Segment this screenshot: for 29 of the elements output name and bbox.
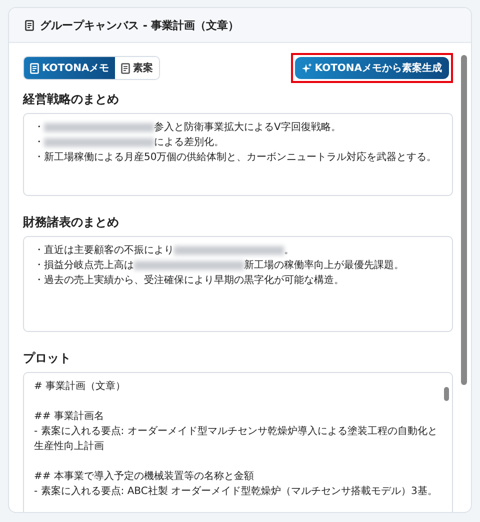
sparkle-icon xyxy=(302,63,312,73)
text-line: # 事業計画（文章） xyxy=(34,381,126,392)
text-line: ・過去の売上実績から、受注確保により早期の黒字化が可能な構造。 xyxy=(34,275,344,286)
text-line: 新工場の稼働率向上が最優先課題。 xyxy=(244,260,404,271)
text-area[interactable]: ・ 参入と防衛事業拡大によるV字回復戦略。 ・ による差別化。 ・新工場稼働による月産50万個の供給体制と、カーボンニュートラル対応を武器とする。 xyxy=(23,113,453,196)
section-title: 経営戦略のまとめ xyxy=(23,91,120,108)
text-area[interactable]: ・直近は主要顧客の不振により 。 ・損益分岐点売上高は 新工場の稼働率向上が最優先課題。 ・過去の売上実績から、受注確保により早期の黒字化が可能な構造。 xyxy=(23,236,453,332)
window-title: グループキャンバス - 事業計画（文章） xyxy=(40,18,240,32)
text-line: - 素案に入れる要点: ABC社製 オーダーメイド型乾燥炉（マルチセンサ搭載モデル）3基。 xyxy=(34,486,438,497)
text-line: ・直近は主要顧客の不振により xyxy=(34,245,174,256)
text-line: ・損益分岐点売上高は xyxy=(34,260,134,271)
text-line: 。 xyxy=(284,245,294,256)
text-line: による差別化。 xyxy=(154,137,224,148)
scroll-thumb[interactable] xyxy=(444,387,449,401)
section-title: プロット xyxy=(23,350,72,367)
text-line: ## 本事業で導入予定の機械装置等の名称と金額 xyxy=(34,471,254,482)
text-line: ・ xyxy=(34,137,44,148)
memo-icon xyxy=(30,62,39,74)
tab[interactable]: KOTONAメモ xyxy=(24,57,116,79)
text-line: ・ xyxy=(34,122,44,133)
section-title: 財務諸表のまとめ xyxy=(23,214,120,231)
document-icon xyxy=(25,20,34,30)
scroll-thumb[interactable] xyxy=(461,55,467,385)
generate-button[interactable]: KOTONAメモから素案生成 xyxy=(294,57,449,79)
text-line: 参入と防衛事業拡大によるV字回復戦略。 xyxy=(154,122,341,133)
text-area[interactable]: # 事業計画（文章） ## 事業計画名 - 素案に入れる要点: オーダーメイド型マルチセンサ乾燥炉導入による塗装工程の自動化と生産性向上計画 ## 本事業で導入予定の機械装置等の名称と金額 - 素案に入れる要点: ABC社製 オーダーメイド型乾燥炉（マルチセンサ搭載モデル）3基。 xyxy=(23,372,453,512)
text-line: ## 事業計画名 xyxy=(34,411,104,422)
text-line: ・新工場稼働による月産50万個の供給体制と、カーボンニュートラル対応を武器とする。 xyxy=(34,152,437,163)
text-line: - 素案に入れる要点: オーダーメイド型マルチセンサ乾燥炉導入による塗装工程の自動化と生産性向上計画 xyxy=(34,426,438,452)
